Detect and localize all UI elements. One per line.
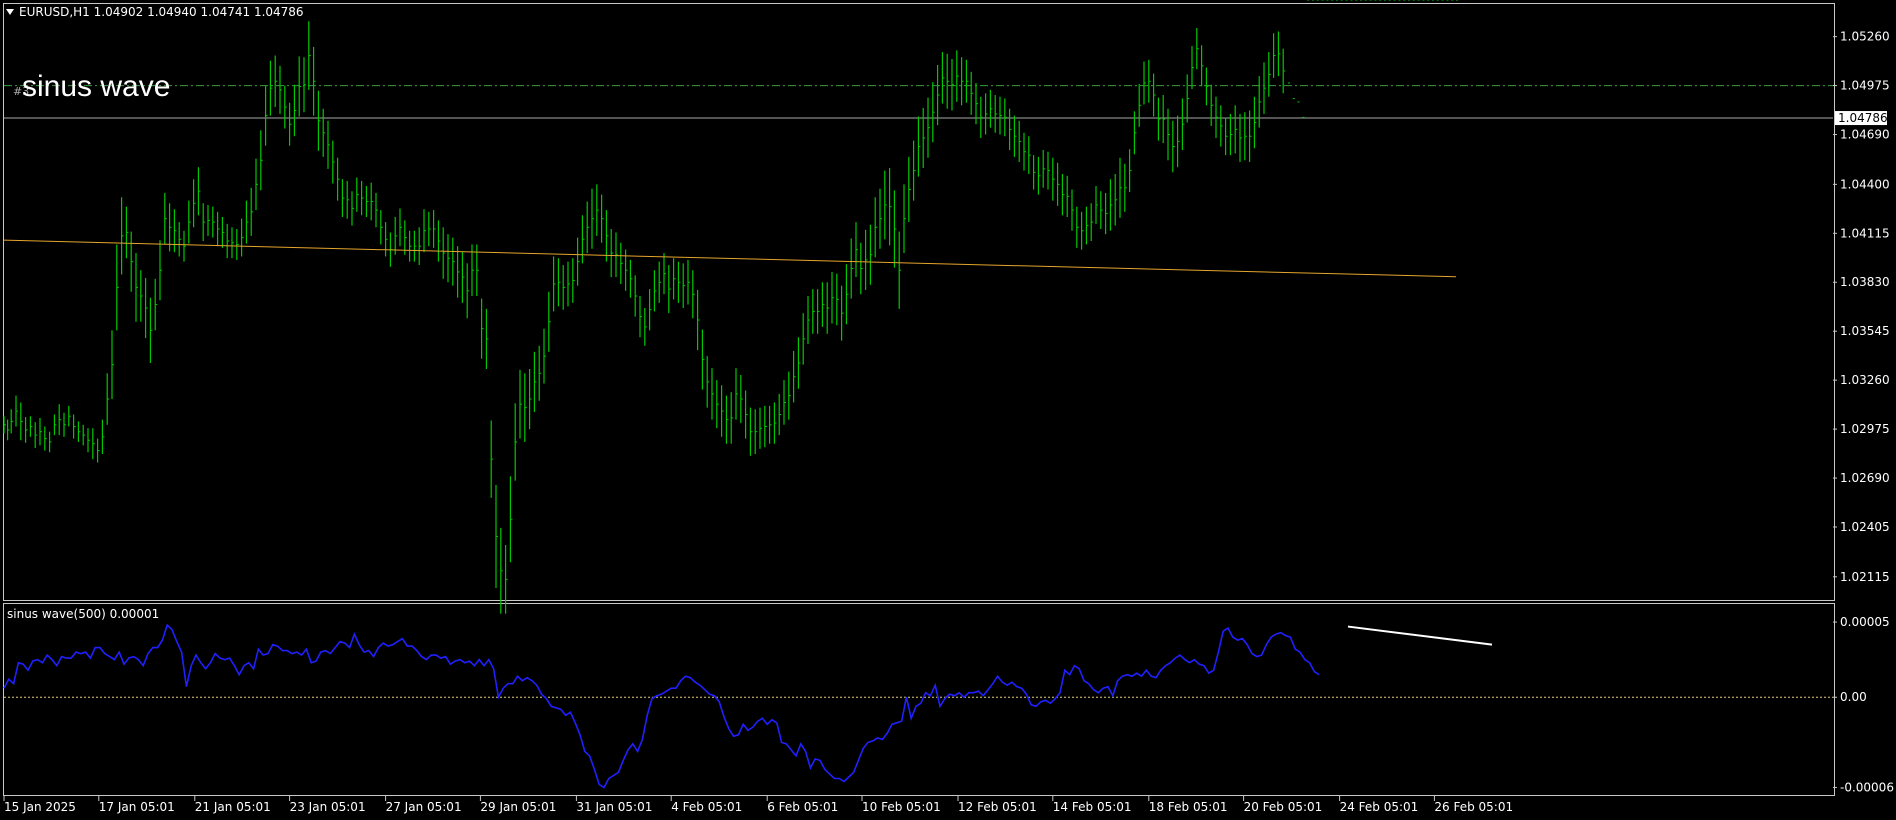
xtick-label: 31 Jan 05:01 — [576, 800, 652, 814]
price-ytick-label: 1.04975 — [1840, 79, 1890, 93]
price-ytick-label: 1.04115 — [1840, 226, 1890, 240]
xtick-label: 29 Jan 05:01 — [480, 800, 556, 814]
xtick-label: 26 Feb 05:01 — [1434, 800, 1513, 814]
xtick-label: 24 Feb 05:01 — [1340, 800, 1419, 814]
xtick-label: 6 Feb 05:01 — [767, 800, 838, 814]
chart-canvas: 1.05260 1.04975 1.04690 1.04400 1.04115 1.038… — [3, 0, 1894, 814]
sinus-wave-line — [3, 623, 1320, 789]
overlay-title: sinus wave — [22, 70, 171, 103]
xtick-label: 14 Feb 05:01 — [1053, 800, 1132, 814]
price-trendline — [3, 239, 1457, 278]
indicator-ytick-label: 0.00005 — [1840, 615, 1890, 629]
indicator-label: sinus wave(500) 0.00001 — [7, 607, 160, 621]
xtick-label: 27 Jan 05:01 — [386, 800, 462, 814]
mt4-chart-window[interactable]: 1.05260 1.04975 1.04690 1.04400 1.04115 1.038… — [0, 0, 1896, 820]
xtick-label: 21 Jan 05:01 — [195, 800, 271, 814]
price-ytick-label: 1.04400 — [1840, 177, 1890, 191]
xtick-label: 18 Feb 05:01 — [1149, 800, 1228, 814]
xtick-label: 23 Jan 05:01 — [290, 800, 366, 814]
price-ytick-label: 1.02405 — [1840, 520, 1890, 534]
price-layer — [3, 0, 1833, 614]
price-ytick-label: 1.02115 — [1840, 570, 1890, 584]
indicator-ytick-label: -0.00006 — [1840, 780, 1894, 794]
indicator-ytick-label: 0.00 — [1840, 690, 1867, 704]
price-ytick-label: 1.03830 — [1840, 275, 1890, 289]
indicator-layer — [3, 623, 1833, 789]
axis-layer: 1.05260 1.04975 1.04690 1.04400 1.04115 1.038… — [3, 30, 1894, 814]
indicator-trendline — [1347, 625, 1493, 646]
price-ytick-label: 1.02975 — [1840, 422, 1890, 436]
price-ytick-label: 1.02690 — [1840, 471, 1890, 485]
symbol-price-line: EURUSD,H1 1.04902 1.04940 1.04741 1.0478… — [19, 5, 304, 19]
price-ytick-label: 1.03260 — [1840, 373, 1890, 387]
xtick-label: 15 Jan 2025 — [4, 800, 76, 814]
price-ytick-label: 1.05260 — [1840, 30, 1890, 44]
current-price-label: 1.04786 — [1838, 111, 1888, 125]
chart-menu-triangle-icon[interactable] — [6, 9, 14, 15]
price-ytick-label: 1.04690 — [1840, 128, 1890, 142]
xtick-label: 12 Feb 05:01 — [958, 800, 1037, 814]
xtick-label: 20 Feb 05:01 — [1244, 800, 1323, 814]
price-ytick-label: 1.03545 — [1840, 324, 1890, 338]
xtick-label: 17 Jan 05:01 — [99, 800, 175, 814]
xtick-label: 10 Feb 05:01 — [862, 800, 941, 814]
xtick-label: 4 Feb 05:01 — [671, 800, 742, 814]
